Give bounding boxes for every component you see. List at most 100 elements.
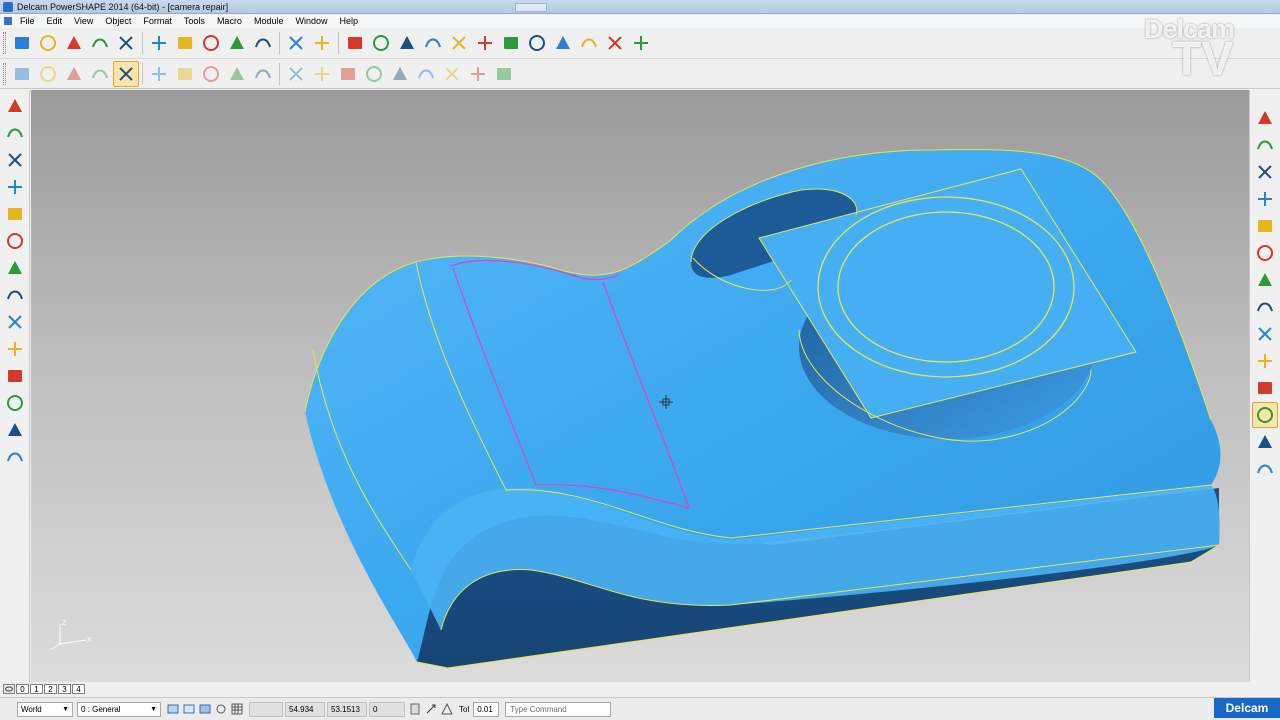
import-button[interactable] [61, 30, 87, 56]
wave-tool-button[interactable] [2, 363, 28, 389]
menu-module[interactable]: Module [248, 16, 290, 26]
print-button[interactable] [113, 30, 139, 56]
menu-format[interactable]: Format [137, 16, 178, 26]
circle-button[interactable] [446, 30, 472, 56]
menu-edit[interactable]: Edit [41, 16, 69, 26]
view-top-button[interactable] [1252, 105, 1278, 131]
curve-edit-button[interactable] [283, 61, 309, 87]
view-right-button[interactable] [1252, 159, 1278, 185]
surface-tool-button[interactable] [2, 201, 28, 227]
view-iso2-button[interactable] [1252, 213, 1278, 239]
toolbar-gripper[interactable] [3, 63, 6, 85]
redo-button[interactable] [309, 30, 335, 56]
wedge-tool-button[interactable] [2, 444, 28, 470]
undo-button[interactable] [283, 30, 309, 56]
delete-button[interactable] [250, 30, 276, 56]
solid-button[interactable] [550, 30, 576, 56]
settings-button[interactable] [602, 30, 628, 56]
pattern-tool-button[interactable] [2, 336, 28, 362]
graphics-viewport[interactable]: Z X [31, 90, 1249, 682]
curve-edit3-button[interactable] [335, 61, 361, 87]
menu-macro[interactable]: Macro [211, 16, 248, 26]
edit-button[interactable] [224, 30, 250, 56]
render-view-button[interactable] [1252, 429, 1278, 455]
snap-button[interactable] [213, 701, 229, 717]
patch-button[interactable] [87, 61, 113, 87]
surface-button[interactable] [524, 30, 550, 56]
analysis-view-button[interactable] [1252, 456, 1278, 482]
menu-tools[interactable]: Tools [178, 16, 211, 26]
calculator-button[interactable] [407, 701, 423, 717]
tol-input[interactable]: 0.01 [473, 701, 500, 717]
select-surface-button[interactable] [9, 61, 35, 87]
shape3-button[interactable] [224, 61, 250, 87]
open-button[interactable] [35, 30, 61, 56]
menu-file[interactable]: File [14, 16, 41, 26]
arrows-tool-button[interactable] [2, 390, 28, 416]
blend-button[interactable] [61, 61, 87, 87]
select-mode-button[interactable] [165, 701, 181, 717]
shaded-edges-button[interactable] [1252, 402, 1278, 428]
cut-button[interactable] [146, 30, 172, 56]
position-button[interactable] [423, 701, 439, 717]
save-button[interactable] [87, 30, 113, 56]
view-select-button[interactable] [1252, 240, 1278, 266]
copy-button[interactable] [172, 30, 198, 56]
curve-edit8-button[interactable] [465, 61, 491, 87]
wireframe-button[interactable] [368, 30, 394, 56]
zoom-fit-button[interactable] [1252, 294, 1278, 320]
menu-view[interactable]: View [68, 16, 99, 26]
wireframe-view-button[interactable] [1252, 348, 1278, 374]
workplane-select[interactable]: World ▼ [17, 701, 73, 717]
level-button-4[interactable]: 4 [72, 684, 85, 694]
arch-button[interactable] [491, 61, 517, 87]
curve-edit7-button[interactable] [439, 61, 465, 87]
new-button[interactable] [9, 30, 35, 56]
level-button-0[interactable]: 0 [16, 684, 29, 694]
fillet-tool-button[interactable] [2, 174, 28, 200]
command-input[interactable]: Type Command [505, 701, 612, 717]
view-iso-button[interactable] [1252, 186, 1278, 212]
shape4-button[interactable] [250, 61, 276, 87]
curve-edit4-button[interactable] [361, 61, 387, 87]
curve-edit2-button[interactable] [309, 61, 335, 87]
arc-button[interactable] [472, 30, 498, 56]
solid-tool-button[interactable] [2, 228, 28, 254]
shaded-view-button[interactable] [1252, 375, 1278, 401]
repair-button[interactable] [146, 61, 172, 87]
rotate-view-button[interactable] [2, 120, 28, 146]
cube-tool-button[interactable] [2, 309, 28, 335]
select-mode2-button[interactable] [181, 701, 197, 717]
paste-button[interactable] [198, 30, 224, 56]
fillet-button[interactable] [35, 61, 61, 87]
level-button-1[interactable]: 1 [30, 684, 43, 694]
shell-tool-button[interactable] [2, 417, 28, 443]
line-button[interactable] [394, 30, 420, 56]
curve-tool-button[interactable] [2, 147, 28, 173]
magic-button[interactable] [628, 30, 654, 56]
curve-edit6-button[interactable] [413, 61, 439, 87]
menu-window[interactable]: Window [289, 16, 333, 26]
level-button-3[interactable]: 3 [58, 684, 71, 694]
menu-help[interactable]: Help [334, 16, 365, 26]
box-tool-button[interactable] [2, 282, 28, 308]
toolbar-gripper[interactable] [3, 32, 6, 54]
tolerance-button[interactable] [439, 701, 455, 717]
select-mode3-button[interactable] [197, 701, 213, 717]
layers-button[interactable] [576, 30, 602, 56]
feature-tool-button[interactable] [2, 255, 28, 281]
select-button[interactable] [2, 93, 28, 119]
document-menu-icon[interactable] [4, 17, 12, 25]
text-button[interactable] [498, 30, 524, 56]
shape2-button[interactable] [198, 61, 224, 87]
level-select[interactable]: 0 : General ▼ [77, 701, 161, 717]
trim-button[interactable] [113, 61, 139, 87]
view-undo-button[interactable] [1252, 267, 1278, 293]
zoom-box-button[interactable] [1252, 321, 1278, 347]
title-tab-handle[interactable] [515, 3, 547, 12]
view-front-button[interactable] [1252, 132, 1278, 158]
shape-button[interactable] [172, 61, 198, 87]
grid-button[interactable] [229, 701, 245, 717]
sketch-button[interactable] [342, 30, 368, 56]
camera-model[interactable] [31, 90, 1249, 682]
